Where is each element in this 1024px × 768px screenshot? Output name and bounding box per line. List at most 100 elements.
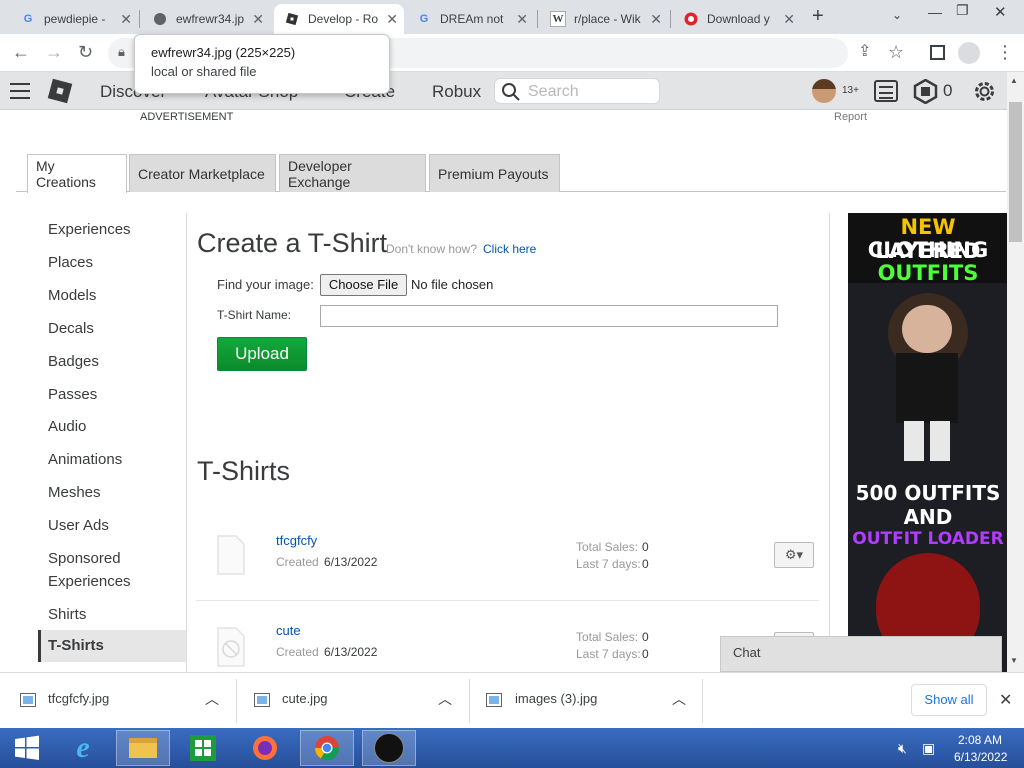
store-icon[interactable] (176, 730, 230, 766)
close-tab-icon[interactable]: ✕ (783, 11, 795, 28)
sidebar-item-user-ads[interactable]: User Ads (48, 517, 109, 534)
firefox-icon[interactable] (238, 730, 292, 766)
chat-bar[interactable]: Chat (720, 636, 1002, 672)
upload-button[interactable]: Upload (217, 337, 307, 371)
item-name-link[interactable]: cute (276, 623, 301, 638)
image-file-icon (254, 693, 270, 707)
close-window-icon[interactable]: ✕ (994, 3, 1007, 21)
sidebar-divider (186, 213, 187, 672)
roblox-logo-icon[interactable] (47, 78, 73, 104)
chrome-icon[interactable] (300, 730, 354, 766)
browser-tab-strip: G pewdiepie - ✕ ewfrewr34.jp ✕ Develop -… (0, 0, 1024, 34)
item-name-link[interactable]: tfcgfcfy (276, 533, 317, 548)
ad-character-face (902, 305, 952, 353)
sidebar-item-badges[interactable]: Badges (48, 353, 99, 370)
search-input[interactable]: Search (528, 83, 579, 101)
settings-gear-icon[interactable] (972, 79, 997, 104)
tab-premium-payouts[interactable]: Premium Payouts (429, 154, 560, 192)
ad-character-body (896, 353, 958, 423)
profile-avatar-icon[interactable] (958, 42, 980, 64)
tshirt-name-input[interactable] (320, 305, 778, 327)
browser-tab-rplace[interactable]: W r/place - Wik ✕ (540, 4, 668, 34)
side-panel-icon[interactable] (930, 45, 945, 60)
internet-explorer-icon[interactable]: e (56, 730, 110, 766)
page-scrollbar[interactable]: ▲ ▼ (1007, 72, 1024, 672)
close-tab-icon[interactable]: ✕ (386, 11, 398, 28)
choose-file-button[interactable]: Choose File (320, 274, 407, 296)
sidebar-item-animations[interactable]: Animations (48, 451, 122, 468)
bookmark-star-icon[interactable]: ☆ (888, 42, 904, 62)
restore-icon[interactable]: ❐ (956, 2, 969, 19)
lock-icon[interactable]: 🔒︎ (118, 44, 125, 60)
sidebar-item-sponsored[interactable]: Sponsored (48, 550, 121, 567)
tab-creator-marketplace[interactable]: Creator Marketplace (129, 154, 276, 192)
close-tab-icon[interactable]: ✕ (516, 11, 528, 28)
browser-tab-dream[interactable]: G DREAm not ✕ (406, 4, 534, 34)
menu-kebab-icon[interactable]: ⋮ (996, 42, 1014, 62)
close-downloads-icon[interactable]: ✕ (999, 690, 1012, 710)
clock-date[interactable]: 6/13/2022 (954, 750, 1007, 764)
ad-text-new: NEW (900, 215, 956, 239)
clock-time[interactable]: 2:08 AM (958, 733, 1002, 747)
back-icon[interactable]: ← (12, 42, 30, 62)
file-explorer-icon[interactable] (116, 730, 170, 766)
avatar[interactable] (812, 79, 836, 103)
item-settings-gear-icon[interactable]: ⚙▾ (774, 542, 814, 568)
robux-count[interactable]: 0 (943, 81, 952, 101)
scroll-down-icon[interactable]: ▼ (1010, 656, 1018, 665)
no-file-chosen-text: No file chosen (411, 277, 494, 292)
download-bar: tfcgfcfy.jpg ︿ cute.jpg ︿ images (3).jpg… (0, 672, 1024, 728)
close-tab-icon[interactable]: ✕ (252, 11, 264, 28)
new-tab-icon[interactable]: + (812, 5, 824, 28)
browser-tab-download[interactable]: Download y ✕ (673, 4, 801, 34)
wikipedia-icon: W (550, 11, 566, 27)
forward-icon[interactable]: → (45, 42, 63, 62)
robux-icon[interactable] (913, 79, 938, 104)
download-item-2[interactable]: cute.jpg (282, 691, 328, 706)
browser-tab-develop[interactable]: Develop - Ro ✕ (274, 4, 404, 34)
sidebar-item-meshes[interactable]: Meshes (48, 484, 101, 501)
sidebar-item-tshirts[interactable]: T-Shirts (38, 630, 186, 662)
ad-banner[interactable]: NEW LAYERED CLOTHING OUTFITS 500 OUTFITS… (848, 213, 1007, 672)
hamburger-menu-icon[interactable] (10, 83, 30, 99)
sidebar-item-models[interactable]: Models (48, 287, 96, 304)
sidebar-item-places[interactable]: Places (48, 254, 93, 271)
volume-muted-icon[interactable]: 🔇︎ (898, 740, 907, 757)
chevron-up-icon[interactable]: ︿ (438, 689, 452, 709)
chevron-up-icon[interactable]: ︿ (205, 689, 219, 709)
app-icon[interactable] (362, 730, 416, 766)
close-tab-icon[interactable]: ✕ (650, 11, 662, 28)
google-icon: G (23, 13, 33, 25)
sidebar-item-passes[interactable]: Passes (48, 386, 97, 403)
network-icon[interactable]: ▣ (922, 740, 935, 757)
download-item-1[interactable]: tfcgfcfy.jpg (48, 691, 109, 706)
help-link[interactable]: Click here (483, 242, 536, 256)
report-ad-link[interactable]: Report (834, 111, 867, 123)
tab-my-creations[interactable]: My Creations (27, 154, 127, 193)
browser-tab-ewfrewr34[interactable]: ewfrewr34.jp ✕ (142, 4, 270, 34)
share-icon[interactable]: ⇪ (858, 42, 871, 62)
nav-robux[interactable]: Robux (432, 82, 481, 102)
chevron-up-icon[interactable]: ︿ (672, 689, 686, 709)
sidebar-item-shirts[interactable]: Shirts (48, 606, 86, 623)
notifications-list-icon[interactable] (874, 80, 898, 102)
close-tab-icon[interactable]: ✕ (120, 11, 132, 28)
roblox-search-box[interactable]: Search (494, 78, 660, 104)
chat-label: Chat (733, 645, 761, 660)
tab-search-icon[interactable]: ⌄ (892, 8, 902, 22)
sidebar-item-decals[interactable]: Decals (48, 320, 94, 337)
sidebar-item-audio[interactable]: Audio (48, 418, 86, 435)
minimize-icon[interactable]: — (928, 4, 942, 20)
browser-tab-pewdiepie[interactable]: G pewdiepie - ✕ (10, 4, 138, 34)
download-item-3[interactable]: images (3).jpg (515, 691, 597, 706)
image-file-icon (20, 693, 36, 707)
sidebar-item-sponsored-experiences[interactable]: Experiences (48, 573, 131, 590)
sidebar-item-experiences[interactable]: Experiences (48, 221, 131, 238)
reload-icon[interactable]: ↻ (78, 42, 93, 62)
show-all-button[interactable]: Show all (911, 684, 987, 716)
scroll-up-icon[interactable]: ▲ (1010, 76, 1018, 85)
tab-developer-exchange[interactable]: Developer Exchange (279, 154, 426, 192)
start-button[interactable] (0, 730, 54, 766)
google-icon: G (419, 13, 429, 25)
scrollbar-thumb[interactable] (1009, 102, 1022, 242)
